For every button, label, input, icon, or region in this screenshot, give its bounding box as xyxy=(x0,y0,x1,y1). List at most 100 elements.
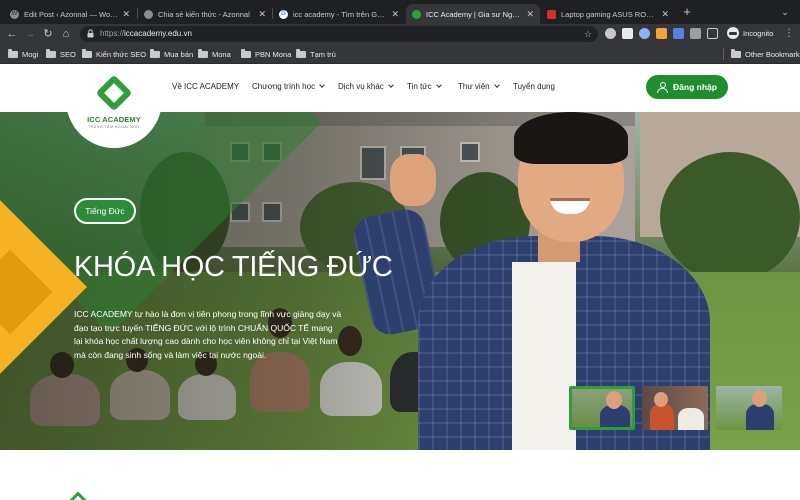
thumbnail-figure xyxy=(746,404,774,430)
nav-item-programs[interactable]: Chương trình học xyxy=(252,82,325,91)
thumbnail-figure xyxy=(678,408,704,430)
thumbnail-figure xyxy=(650,404,674,430)
side-panel-icon[interactable] xyxy=(707,28,718,39)
bookmark-label: SEO xyxy=(60,49,76,59)
bookmark-star-icon[interactable]: ☆ xyxy=(584,26,592,42)
address-bar[interactable]: https://iccacademy.edu.vn ☆ xyxy=(80,26,598,42)
login-button[interactable]: Đăng nhập xyxy=(646,75,728,99)
thumbnail-face xyxy=(654,392,668,407)
bookmark-label: Mua bán xyxy=(164,49,194,59)
chevron-down-icon xyxy=(319,82,325,88)
background-tree xyxy=(660,152,800,282)
close-icon[interactable]: ✕ xyxy=(391,9,399,20)
slide-thumbnail-1[interactable] xyxy=(569,386,635,430)
bookmark-label: Mogi xyxy=(22,49,39,59)
bookmarks-divider xyxy=(723,48,724,60)
reload-icon[interactable]: ↻ xyxy=(40,26,56,42)
folder-icon xyxy=(198,48,208,58)
tab-4[interactable]: Laptop gaming ASUS ROG Zephyrus ✕ xyxy=(541,4,675,24)
home-icon[interactable]: ⌂ xyxy=(58,26,74,42)
wordpress-icon: W xyxy=(10,9,19,19)
extension-translate-icon[interactable] xyxy=(673,28,684,39)
tab-title: Chia sẻ kiến thức - Azonnal xyxy=(158,9,250,19)
new-tab-button[interactable]: + xyxy=(679,4,695,20)
extension-cookie-icon[interactable] xyxy=(656,28,667,39)
nav-label: Tin tức xyxy=(407,82,432,91)
bookmark-label: PBN Mona xyxy=(255,49,292,59)
forward-icon[interactable]: → xyxy=(22,26,38,42)
extension-profile-icon[interactable] xyxy=(622,28,633,39)
menu-kebab-icon[interactable]: ⋮ xyxy=(783,26,795,42)
hero-person-fist xyxy=(390,154,436,206)
tab-2[interactable]: G icc academy - Tìm trên Google ✕ xyxy=(273,4,405,24)
language-badge[interactable]: Tiếng Đức xyxy=(74,198,136,224)
nav-item-careers[interactable]: Tuyển dụng xyxy=(513,82,555,91)
close-icon[interactable]: ✕ xyxy=(122,9,130,20)
chevron-down-icon xyxy=(387,82,394,88)
chevron-down-icon[interactable]: ⌄ xyxy=(777,4,793,20)
bookmark-item[interactable]: Mona xyxy=(198,47,231,61)
tab-3[interactable]: ICC Academy | Gia sư Ngoại ngữ ✕ xyxy=(406,4,540,24)
chevron-down-icon xyxy=(435,82,442,88)
folder-icon xyxy=(241,48,251,58)
tab-title: Edit Post ‹ Azonnal — WordPress xyxy=(24,9,118,19)
bookmarks-bar: Mogi SEO Kiến thức SEO Mua bán Mona PBN … xyxy=(0,44,800,64)
bookmark-item[interactable]: Mogi xyxy=(8,47,38,61)
bookmark-label: Tạm trú xyxy=(310,49,336,59)
close-icon[interactable]: ✕ xyxy=(526,9,534,20)
close-icon[interactable]: ✕ xyxy=(661,9,669,20)
page-viewport: ICC ACADEMY TRUNG TÂM NGOẠI NGỮ Về ICC A… xyxy=(0,64,800,500)
bookmark-item[interactable]: Tạm trú xyxy=(296,47,336,61)
logo-tagline: TRUNG TÂM NGOẠI NGỮ xyxy=(88,125,140,129)
folder-icon xyxy=(46,48,56,58)
icc-logo-icon xyxy=(69,491,87,500)
hero-person-hair xyxy=(514,112,628,164)
google-icon: G xyxy=(279,9,288,19)
nav-item-about[interactable]: Về ICC ACADEMY xyxy=(172,82,239,91)
lock-icon xyxy=(87,29,94,38)
slide-thumbnail-2[interactable] xyxy=(642,386,708,430)
close-icon[interactable]: ✕ xyxy=(258,9,266,20)
browser-toolbar: ← → ↻ ⌂ https://iccacademy.edu.vn ☆ Inco… xyxy=(0,24,800,44)
logo-text[interactable]: ICC ACADEMY xyxy=(66,115,162,124)
other-bookmarks[interactable]: Other Bookmarks xyxy=(731,47,800,61)
tab-strip: W Edit Post ‹ Azonnal — WordPress ✕ Chia… xyxy=(0,0,800,24)
bookmark-item[interactable]: SEO xyxy=(46,47,76,61)
tab-title: icc academy - Tìm trên Google xyxy=(293,9,388,19)
chevron-down-icon xyxy=(493,82,500,88)
user-icon xyxy=(657,82,669,93)
bookmark-item[interactable]: PBN Mona xyxy=(241,47,291,61)
icc-favicon-icon xyxy=(412,9,421,19)
incognito-label: Incognito xyxy=(743,28,774,38)
bookmark-item[interactable]: Mua bán xyxy=(150,47,193,61)
hero-title: KHÓA HỌC TIẾNG ĐỨC xyxy=(74,251,393,283)
hero-person-tshirt xyxy=(512,262,576,450)
folder-icon xyxy=(82,48,92,58)
bookmark-item[interactable]: Kiến thức SEO xyxy=(82,47,146,61)
tab-1[interactable]: Chia sẻ kiến thức - Azonnal ✕ xyxy=(138,4,272,24)
back-icon[interactable]: ← xyxy=(4,26,20,42)
nav-label: Về ICC ACADEMY xyxy=(172,82,240,91)
tab-title: ICC Academy | Gia sư Ngoại ngữ xyxy=(426,9,523,19)
extension-gear-icon[interactable] xyxy=(605,28,616,39)
folder-icon xyxy=(296,48,306,58)
next-section xyxy=(0,450,800,500)
bookmark-label: Mona xyxy=(212,49,231,59)
hero-banner: Tiếng Đức KHÓA HỌC TIẾNG ĐỨC ICC ACADEMY… xyxy=(0,112,800,450)
extension-link-icon[interactable] xyxy=(639,28,650,39)
extensions-puzzle-icon[interactable] xyxy=(690,28,701,39)
nav-item-services[interactable]: Dịch vụ khác xyxy=(338,82,394,91)
tab-title: Laptop gaming ASUS ROG Zephyrus xyxy=(561,9,657,19)
nav-label: Dịch vụ khác xyxy=(338,82,384,91)
incognito-indicator[interactable]: Incognito xyxy=(727,27,773,39)
nav-item-news[interactable]: Tin tức xyxy=(407,82,442,91)
rog-icon xyxy=(547,9,556,19)
url-text: https://iccacademy.edu.vn xyxy=(100,29,192,38)
tab-0[interactable]: W Edit Post ‹ Azonnal — WordPress ✕ xyxy=(4,4,136,24)
nav-item-library[interactable]: Thư viện xyxy=(458,82,500,91)
bookmark-label: Other Bookmarks xyxy=(745,49,800,59)
folder-icon xyxy=(8,48,18,58)
folder-icon xyxy=(150,48,160,58)
slide-thumbnail-3[interactable] xyxy=(716,386,782,430)
nav-label: Thư viện xyxy=(458,82,490,91)
